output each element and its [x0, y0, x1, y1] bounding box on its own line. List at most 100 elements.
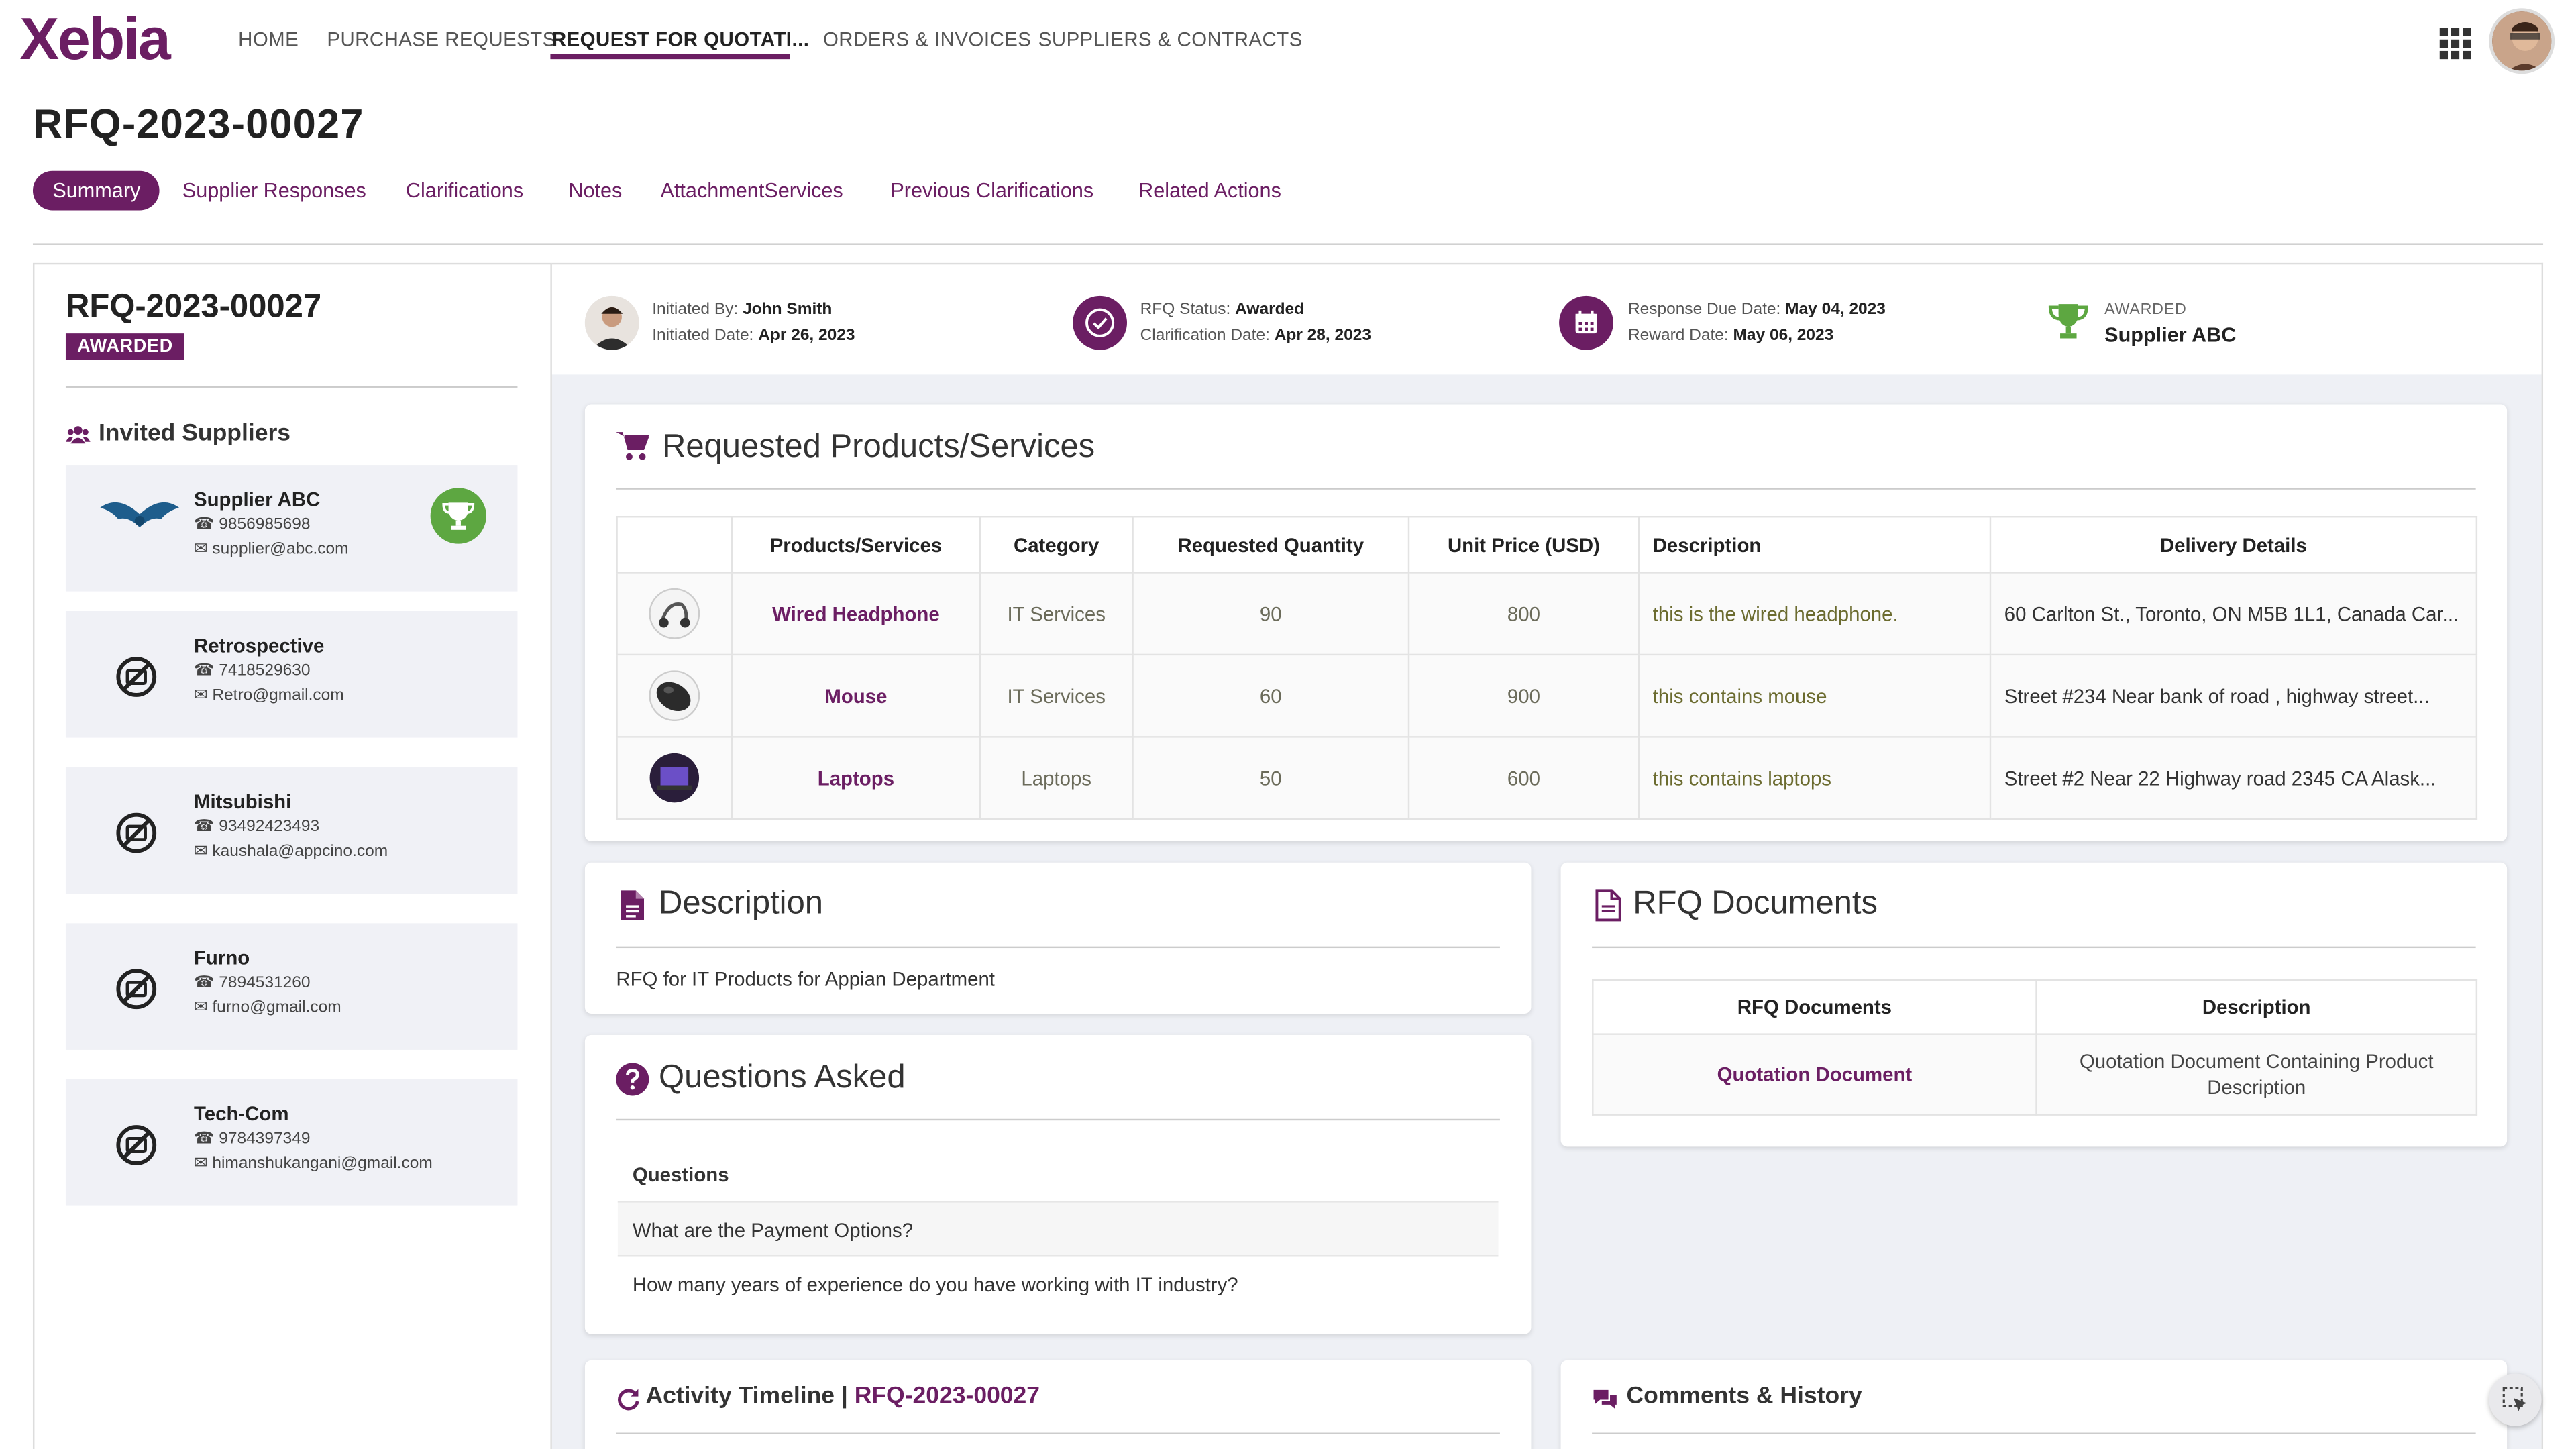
nav-orders-invoices[interactable]: ORDERS & INVOICES	[823, 28, 1031, 51]
product-name[interactable]: Wired Headphone	[731, 572, 981, 656]
clarification-date-value: Apr 28, 2023	[1274, 327, 1372, 345]
comments-icon	[1592, 1388, 1618, 1419]
tab-supplier-responses[interactable]: Supplier Responses	[182, 179, 366, 202]
supplier-card[interactable]: Supplier ABC ☎ 9856985698 ✉ supplier@abc…	[65, 465, 518, 592]
app-grid-icon[interactable]	[2439, 28, 2471, 60]
check-circle-icon	[1073, 295, 1128, 350]
content-right-border	[2541, 262, 2544, 1449]
product-name[interactable]: Mouse	[731, 653, 981, 738]
content-top-border	[551, 262, 2544, 265]
dates-info: Response Due Date: May 04, 2023 Reward D…	[1628, 297, 1886, 350]
question-text: How many years of experience do you have…	[632, 1273, 1238, 1297]
xebia-logo[interactable]: Xebia	[19, 9, 170, 69]
supplier-card[interactable]: Furno ☎ 7894531260 ✉ furno@gmail.com	[65, 923, 518, 1050]
col-quantity: Requested Quantity	[1132, 515, 1410, 574]
status-info: RFQ Status: Awarded Clarification Date: …	[1140, 297, 1371, 350]
email-icon: ✉	[193, 998, 213, 1017]
col-description: Description	[1638, 515, 1992, 574]
supplier-phone: ☎ 7894531260	[194, 974, 311, 992]
page-title: RFQ-2023-00027	[32, 101, 364, 148]
initiated-date-label: Initiated Date:	[652, 327, 754, 345]
table-header-row: RFQ Documents Description	[1592, 979, 2478, 1035]
description-text: RFQ for IT Products for Appian Departmen…	[616, 967, 995, 991]
product-description: this is the wired headphone.	[1638, 572, 1992, 656]
documents-title: RFQ Documents	[1633, 885, 1878, 922]
supplier-card[interactable]: Retrospective ☎ 7418529630 ✉ Retro@gmail…	[65, 611, 518, 738]
questions-divider	[616, 1118, 1500, 1121]
phone-icon: ☎	[193, 818, 219, 837]
tabs-divider	[32, 243, 2544, 245]
questions-title: Questions Asked	[659, 1059, 906, 1096]
status-value: Awarded	[1235, 301, 1305, 319]
product-image	[616, 572, 733, 656]
email-icon: ✉	[193, 686, 213, 705]
email-value: Retro@gmail.com	[212, 686, 344, 705]
document-icon	[619, 889, 645, 930]
phone-value: 7418529630	[219, 661, 311, 680]
nav-suppliers-contracts[interactable]: SUPPLIERS & CONTRACTS	[1038, 28, 1303, 51]
product-qty: 60	[1132, 653, 1410, 738]
initiated-by-label: Initiated By:	[652, 301, 739, 319]
table-row: Quotation Document Quotation Document Co…	[1592, 1033, 2478, 1116]
initiator-avatar	[584, 295, 639, 350]
supplier-name: Tech-Com	[193, 1102, 289, 1126]
supplier-phone: ☎ 7418529630	[194, 662, 311, 680]
tab-attachment-services[interactable]: AttachmentServices	[660, 179, 843, 202]
nav-home[interactable]: HOME	[238, 28, 299, 51]
calendar-icon	[1559, 295, 1613, 350]
nav-purchase-requests[interactable]: PURCHASE REQUESTS	[327, 28, 555, 51]
tab-related-actions[interactable]: Related Actions	[1138, 179, 1281, 202]
nav-request-for-quotation[interactable]: REQUEST FOR QUOTATI...	[552, 28, 810, 51]
product-description: this contains laptops	[1638, 736, 1992, 820]
initiated-by-value: John Smith	[743, 301, 833, 319]
col-rfq-documents: RFQ Documents	[1592, 979, 2037, 1035]
product-delivery: Street #234 Near bank of road , highway …	[1989, 653, 2478, 738]
supplier-email: ✉ Retro@gmail.com	[194, 687, 344, 705]
email-icon: ✉	[193, 1155, 213, 1173]
product-description: this contains mouse	[1638, 653, 1992, 738]
product-qty: 90	[1132, 572, 1410, 656]
email-value: furno@gmail.com	[212, 998, 341, 1017]
phone-value: 93492423493	[219, 818, 320, 837]
product-price: 900	[1407, 653, 1640, 738]
initiated-date-value: Apr 26, 2023	[758, 327, 855, 345]
file-icon	[1595, 889, 1621, 930]
supplier-phone: ☎ 93492423493	[194, 818, 319, 837]
col-unit-price: Unit Price (USD)	[1407, 515, 1640, 574]
select-pointer-button[interactable]	[2489, 1373, 2542, 1426]
supplier-email: ✉ kaushala@appcino.com	[194, 843, 388, 861]
tab-notes[interactable]: Notes	[568, 179, 622, 202]
email-icon: ✉	[193, 843, 213, 861]
supplier-email: ✉ supplier@abc.com	[194, 541, 349, 559]
question-text: What are the Payment Options?	[632, 1219, 914, 1242]
phone-icon: ☎	[193, 661, 219, 680]
nav-active-indicator	[550, 54, 790, 60]
due-date-value: May 04, 2023	[1785, 301, 1886, 319]
supplier-card[interactable]: Tech-Com ☎ 9784397349 ✉ himanshukangani@…	[65, 1079, 518, 1206]
document-link[interactable]: Quotation Document	[1592, 1033, 2037, 1116]
user-avatar[interactable]	[2489, 8, 2555, 74]
table-row: Mouse IT Services 60 900 this contains m…	[616, 653, 2478, 738]
col-products: Products/Services	[731, 515, 981, 574]
status-badge: AWARDED	[65, 333, 185, 360]
tab-previous-clarifications[interactable]: Previous Clarifications	[890, 179, 1093, 202]
awarded-label: AWARDED	[2104, 301, 2187, 319]
question-circle-icon	[616, 1063, 649, 1104]
phone-icon: ☎	[193, 1130, 219, 1148]
awarded-trophy-icon	[430, 488, 486, 544]
tab-clarifications[interactable]: Clarifications	[406, 179, 523, 202]
timeline-divider	[616, 1432, 1500, 1434]
product-category: IT Services	[979, 653, 1134, 738]
initiated-info: Initiated By: John Smith Initiated Date:…	[652, 297, 855, 350]
supplier-logo-icon	[99, 498, 180, 534]
tab-summary[interactable]: Summary	[32, 170, 160, 211]
supplier-card[interactable]: Mitsubishi ☎ 93492423493 ✉ kaushala@appc…	[65, 767, 518, 894]
email-value: himanshukangani@gmail.com	[212, 1155, 433, 1173]
clarification-label: Clarification Date:	[1140, 327, 1270, 345]
table-row: Laptops Laptops 50 600 this contains lap…	[616, 736, 2478, 820]
awarded-supplier: Supplier ABC	[2104, 323, 2237, 347]
table-header-row: Products/Services Category Requested Qua…	[616, 515, 2478, 574]
phone-value: 7894531260	[219, 974, 311, 993]
product-name[interactable]: Laptops	[731, 736, 981, 820]
products-title: Requested Products/Services	[661, 429, 1095, 466]
